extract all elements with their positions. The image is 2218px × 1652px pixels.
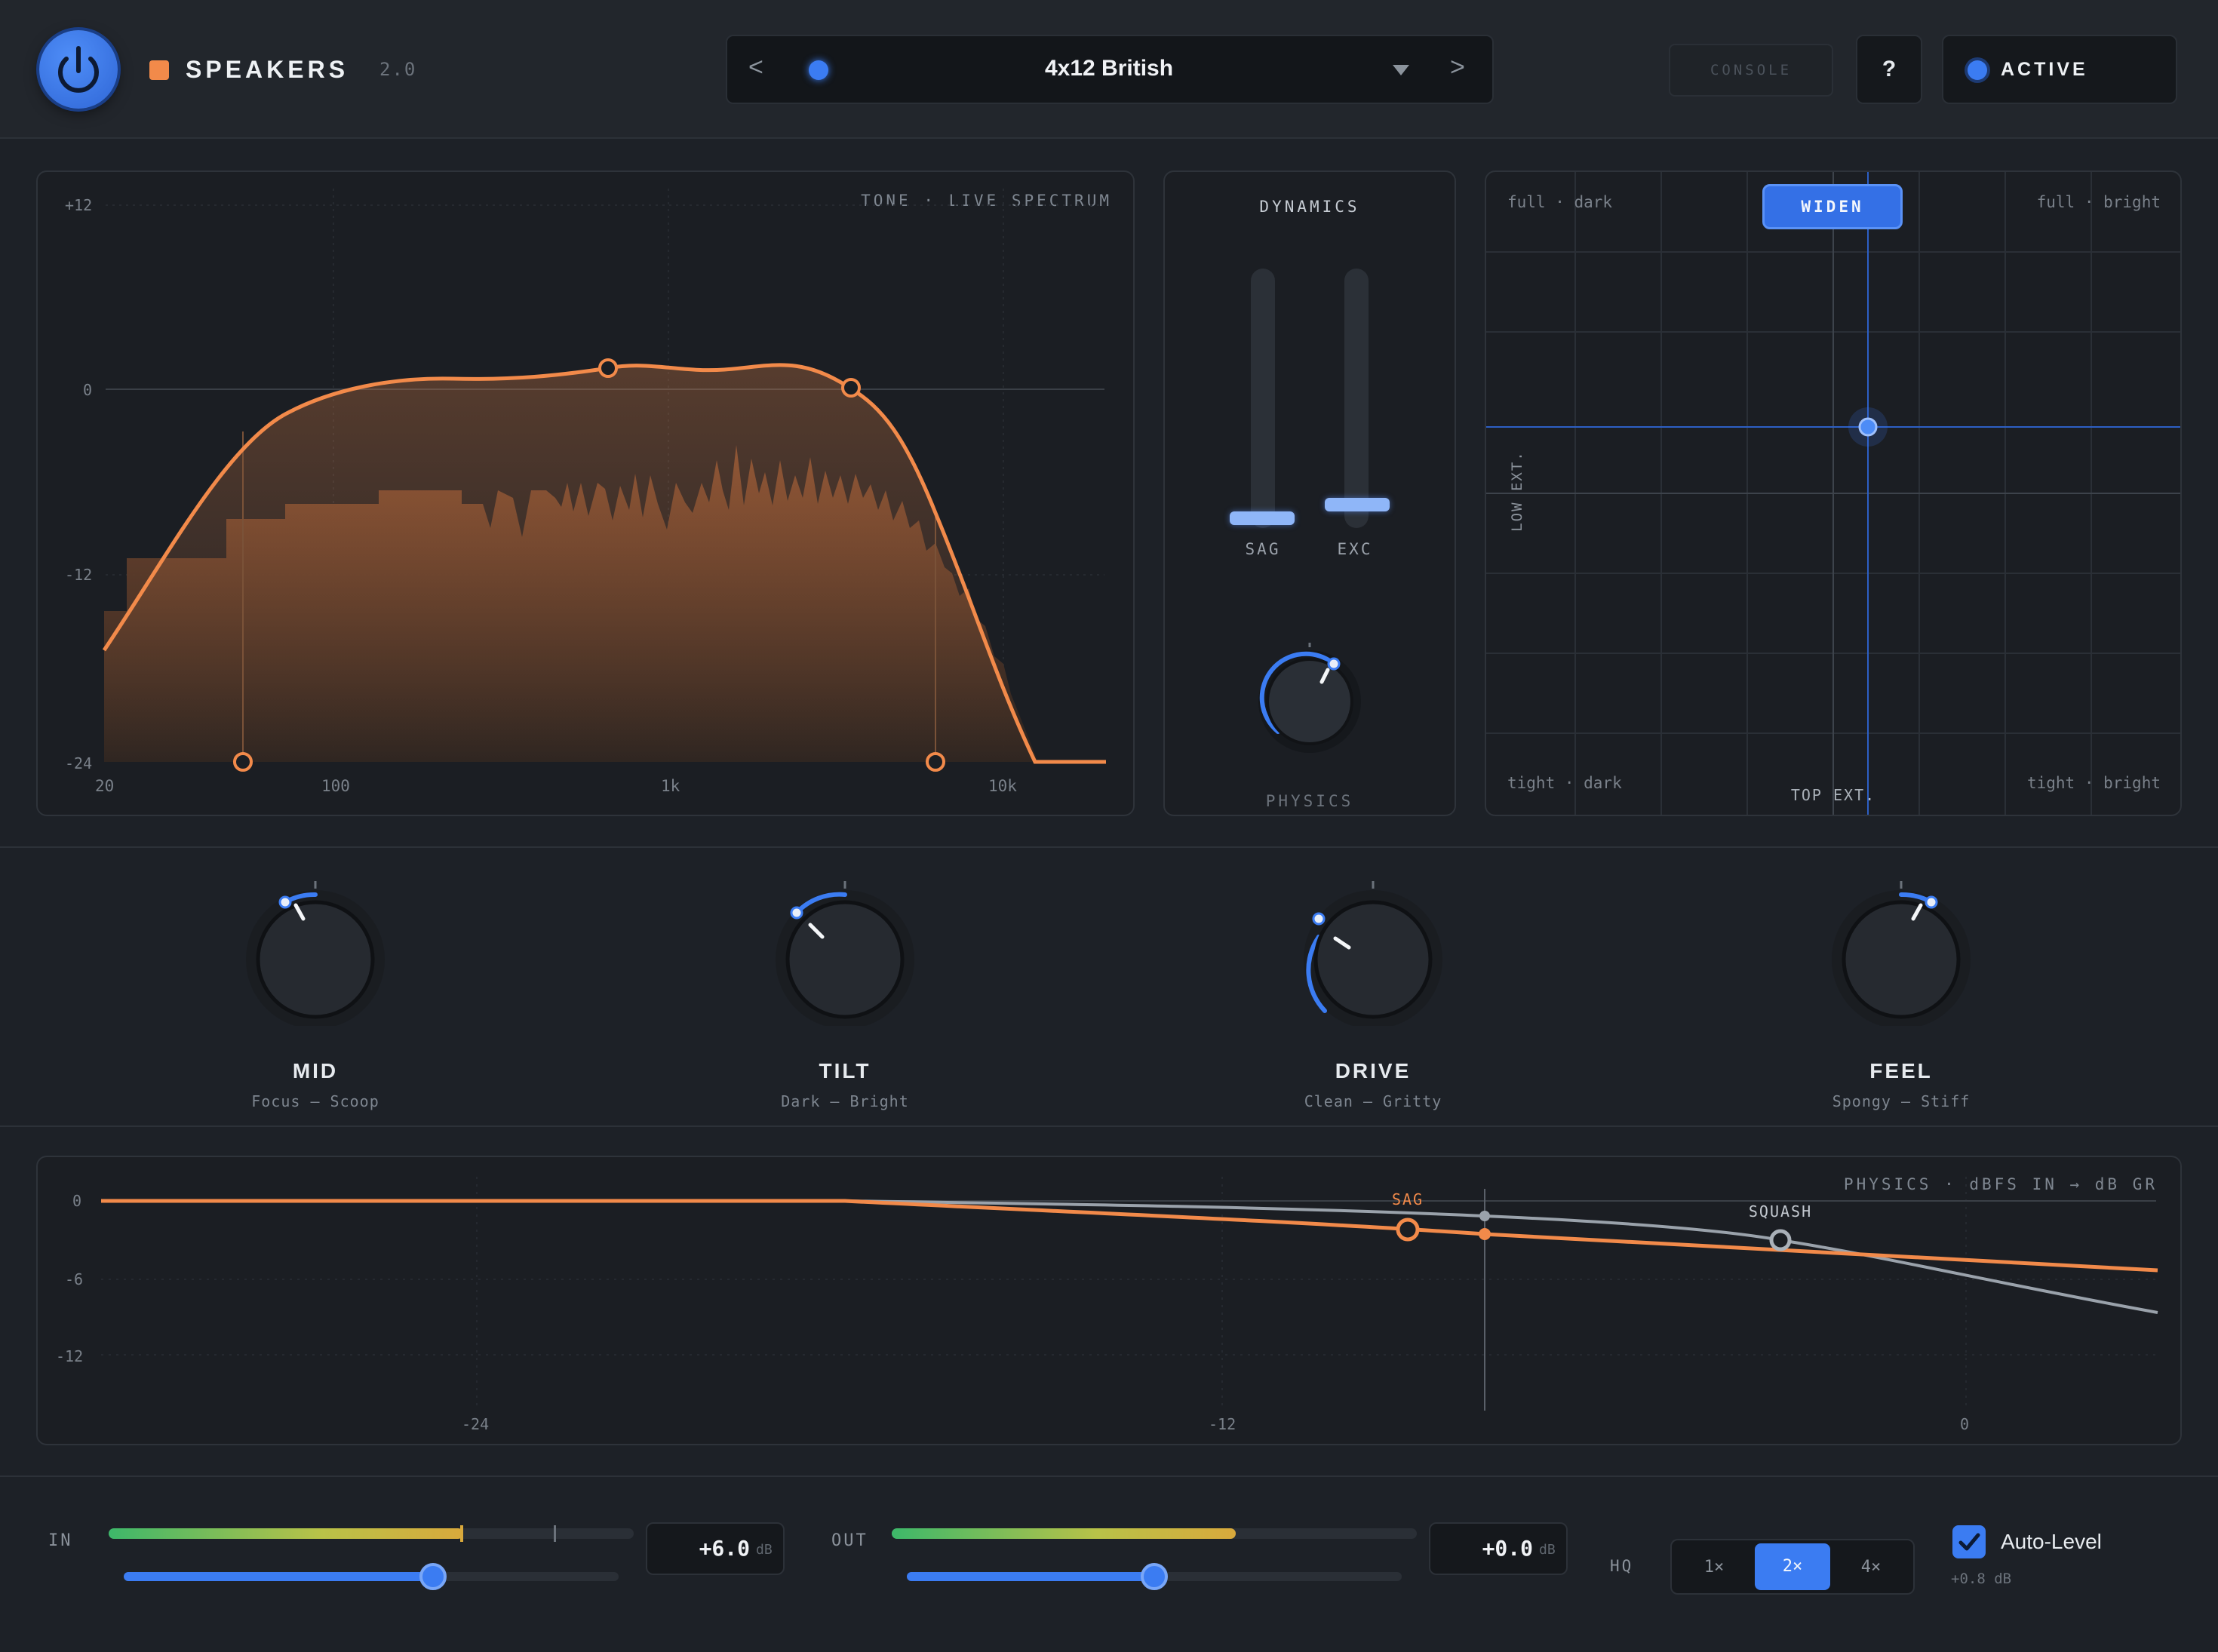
tilt-knob-range: Dark — Bright <box>781 1092 909 1110</box>
output-value: +0.0 <box>1482 1536 1533 1561</box>
hq-option-4x[interactable]: 4× <box>1833 1545 1909 1590</box>
exc-slider-track[interactable] <box>1344 269 1369 528</box>
output-label: OUT <box>831 1531 868 1550</box>
tilt-knob-label: TILT <box>819 1059 871 1082</box>
console-button[interactable]: CONSOLE <box>1669 44 1833 97</box>
sag-slider-label: SAG <box>1245 540 1281 558</box>
eq-node-lowcut <box>233 752 253 772</box>
active-led-icon <box>1968 60 1987 80</box>
physics-knob-label: PHYSICS <box>1265 792 1354 810</box>
power-button[interactable] <box>39 30 118 109</box>
plugin-version: 2.0 <box>379 59 417 80</box>
dynamics-title: DYNAMICS <box>1259 198 1360 216</box>
sag-slider-thumb[interactable] <box>1230 511 1295 525</box>
input-unit: dB <box>756 1542 773 1558</box>
sag-curve <box>101 1199 2158 1273</box>
input-meter-fill <box>109 1528 463 1539</box>
input-gain-fill <box>124 1572 433 1581</box>
chevron-down-icon[interactable] <box>1393 65 1409 75</box>
hq-label: HQ <box>1610 1557 1634 1575</box>
input-meter-marker <box>554 1525 556 1542</box>
preset-next-button[interactable]: > <box>1450 53 1465 82</box>
xy-pad-grid[interactable] <box>1486 172 2180 815</box>
xy-label-top-left: full · dark <box>1507 193 1613 211</box>
xy-axis-y-label: LOW EXT. <box>1509 450 1525 532</box>
feel-knob-label: FEEL <box>1869 1059 1933 1082</box>
drive-knob[interactable] <box>1298 875 1448 1026</box>
squash-node <box>1769 1229 1792 1251</box>
xy-handle <box>1858 417 1878 437</box>
auto-level-value: +0.8 dB <box>1951 1571 2012 1587</box>
brand-square <box>149 60 169 80</box>
active-label: ACTIVE <box>2001 59 2088 80</box>
drive-knob-label: DRIVE <box>1335 1059 1412 1082</box>
drive-knob-range: Clean — Gritty <box>1304 1092 1442 1110</box>
divider-2 <box>0 1125 2218 1127</box>
xy-label-bottom-left: tight · dark <box>1507 774 1622 792</box>
checkmark-icon <box>1958 1533 1980 1551</box>
preset-name: 4x12 British <box>1044 56 1174 81</box>
input-label: IN <box>48 1531 73 1550</box>
eq-node-mid <box>598 358 618 378</box>
tone-eq-graph[interactable] <box>38 172 1133 815</box>
xy-label-top-right: full · bright <box>2036 193 2161 211</box>
auto-level-checkbox[interactable] <box>1952 1525 1986 1558</box>
widen-button[interactable]: WIDEN <box>1762 184 1903 229</box>
output-gain-thumb[interactable] <box>1141 1563 1168 1590</box>
physics-curve-graph[interactable] <box>38 1157 2180 1444</box>
mid-knob-label: MID <box>292 1059 339 1082</box>
eq-node-hicut <box>926 752 945 772</box>
sag-slider-track[interactable] <box>1251 269 1275 528</box>
xy-axis-x-label: TOP EXT. <box>1790 786 1876 804</box>
mid-knob-range: Focus — Scoop <box>251 1092 379 1110</box>
xy-label-bottom-right: tight · bright <box>2026 774 2161 792</box>
divider-1 <box>0 846 2218 848</box>
preset-dot-icon <box>809 60 828 80</box>
divider-3 <box>0 1475 2218 1477</box>
power-icon <box>58 46 99 93</box>
eq-node-high <box>841 378 861 398</box>
input-gain-thumb[interactable] <box>419 1563 447 1590</box>
output-unit: dB <box>1539 1542 1556 1558</box>
feel-knob[interactable] <box>1826 875 1977 1026</box>
squash-playhead-dot <box>1479 1211 1490 1221</box>
squash-node-label: SQUASH <box>1748 1202 1813 1221</box>
mid-knob[interactable] <box>240 875 391 1026</box>
plugin-title: SPEAKERS <box>186 56 349 83</box>
sag-playhead-dot <box>1479 1228 1491 1240</box>
feel-knob-range: Spongy — Stiff <box>1832 1092 1971 1110</box>
input-value: +6.0 <box>699 1536 750 1561</box>
sag-node-label: SAG <box>1391 1190 1424 1208</box>
output-gain-fill <box>907 1572 1154 1581</box>
exc-slider-thumb[interactable] <box>1325 498 1390 511</box>
squash-curve <box>101 1199 2158 1314</box>
exc-slider-label: EXC <box>1337 540 1373 558</box>
preset-prev-button[interactable]: < <box>748 53 763 82</box>
help-button[interactable]: ? <box>1856 35 1922 104</box>
auto-level-label[interactable]: Auto-Level <box>2001 1530 2102 1554</box>
hq-option-2x[interactable]: 2× <box>1755 1543 1830 1590</box>
hq-option-1x[interactable]: 1× <box>1676 1545 1752 1590</box>
output-meter-fill <box>892 1528 1236 1539</box>
sag-node <box>1396 1218 1420 1242</box>
input-meter-peak <box>460 1525 463 1542</box>
tilt-knob[interactable] <box>770 875 920 1026</box>
physics-knob[interactable] <box>1242 632 1378 768</box>
